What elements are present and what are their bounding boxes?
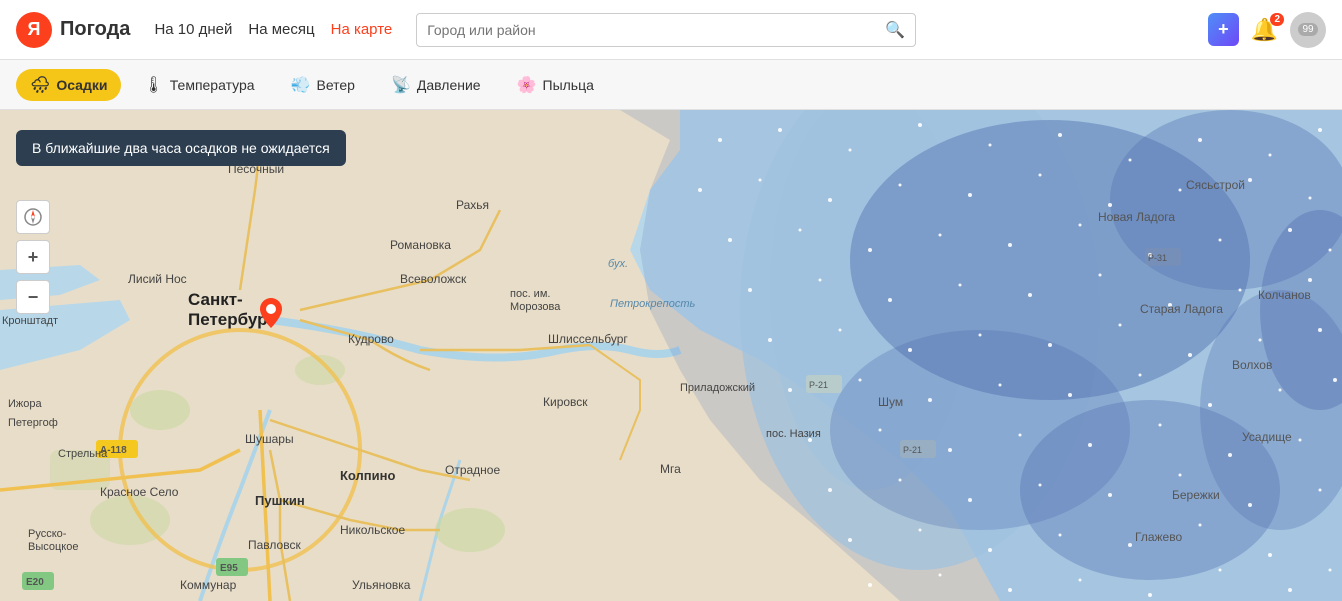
info-tooltip: В ближайшие два часа осадков не ожидаетс… — [16, 130, 346, 166]
svg-text:А-118: А-118 — [100, 445, 127, 456]
filter-temperature-label: Температура — [170, 77, 255, 93]
header: Я Погода На 10 дней На месяц На карте 🔍 … — [0, 0, 1342, 60]
filter-bar: 🌧 Осадки 🌡 Температура 💨 Ветер 📡 Давлени… — [0, 60, 1342, 110]
map-svg: А-118 Е95 Е20 Р-21 Р-21 Р-31 — [0, 110, 1342, 601]
nav-month[interactable]: На месяц — [248, 21, 314, 38]
filter-pressure-label: Давление — [417, 77, 481, 93]
map-controls: + − — [16, 200, 50, 314]
nav-on-map[interactable]: На карте — [331, 21, 393, 38]
svg-text:Р-21: Р-21 — [903, 445, 922, 455]
add-button[interactable]: + — [1208, 13, 1239, 46]
main-nav: На 10 дней На месяц На карте — [154, 21, 392, 38]
svg-text:Е20: Е20 — [26, 577, 44, 588]
zoom-in-button[interactable]: + — [16, 240, 50, 274]
filter-osadki[interactable]: 🌧 Осадки — [16, 69, 121, 101]
svg-text:Р-31: Р-31 — [1148, 253, 1167, 263]
avatar-badge: 99 — [1298, 23, 1317, 36]
logo-area[interactable]: Я Погода — [16, 12, 130, 48]
filter-temperature[interactable]: 🌡 Температура — [129, 69, 268, 101]
filter-pressure[interactable]: 📡 Давление — [377, 69, 495, 101]
filter-wind[interactable]: 💨 Ветер — [277, 69, 369, 101]
filter-osadki-label: Осадки — [56, 77, 107, 93]
filter-wind-label: Ветер — [316, 77, 355, 93]
pollen-icon: 🌸 — [517, 75, 537, 95]
filter-pollen-label: Пыльца — [543, 77, 594, 93]
map-container[interactable]: А-118 Е95 Е20 Р-21 Р-21 Р-31 Санкт-Петер… — [0, 110, 1342, 601]
header-right: + 🔔 2 99 — [1208, 12, 1326, 48]
search-icon: 🔍 — [885, 20, 905, 40]
search-bar[interactable]: 🔍 — [416, 13, 916, 47]
pressure-icon: 📡 — [391, 75, 411, 95]
zoom-out-button[interactable]: − — [16, 280, 50, 314]
compass-button[interactable] — [16, 200, 50, 234]
nav-10days[interactable]: На 10 дней — [154, 21, 232, 38]
thermometer-icon: 🌡 — [143, 75, 163, 95]
rain-icon: 🌧 — [30, 75, 50, 95]
yandex-logo: Я — [16, 12, 52, 48]
filter-pollen[interactable]: 🌸 Пыльца — [503, 69, 608, 101]
svg-text:Р-21: Р-21 — [809, 380, 828, 390]
search-input[interactable] — [427, 22, 877, 38]
notifications-badge: 2 — [1270, 13, 1284, 26]
wind-icon: 💨 — [291, 75, 311, 95]
avatar[interactable]: 99 — [1290, 12, 1326, 48]
info-tooltip-text: В ближайшие два часа осадков не ожидаетс… — [32, 140, 330, 156]
map-pin — [260, 298, 282, 328]
notifications-button[interactable]: 🔔 2 — [1251, 17, 1278, 43]
logo-text: Погода — [60, 18, 130, 41]
svg-text:Е95: Е95 — [220, 563, 238, 574]
